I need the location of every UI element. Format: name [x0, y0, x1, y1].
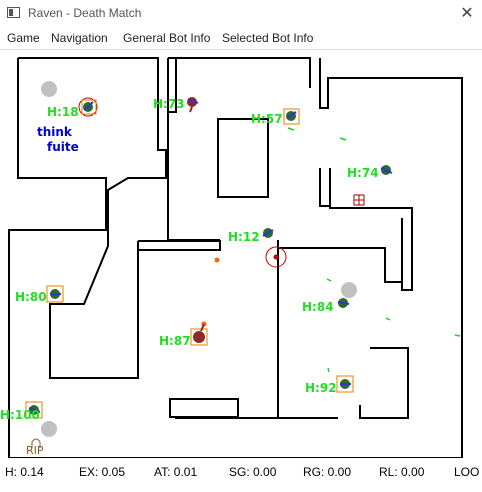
- menu-selected-bot-info[interactable]: Selected Bot Info: [222, 31, 313, 45]
- bot-thought-goal: think: [37, 125, 73, 139]
- projectile-trail: [385, 317, 391, 321]
- stat-rocket-launcher: RL: 0.00: [379, 465, 425, 479]
- bot[interactable]: [46, 285, 64, 303]
- bot-health-label: H:87: [159, 334, 191, 348]
- projectile-trail: [454, 334, 461, 337]
- bot[interactable]: [337, 298, 350, 308]
- projectile: [214, 257, 220, 263]
- menu-navigation[interactable]: Navigation: [51, 31, 108, 45]
- bot[interactable]: [283, 108, 300, 125]
- spawn-point: [41, 81, 57, 97]
- bot[interactable]: [262, 228, 274, 238]
- projectile-trail: [327, 367, 330, 373]
- spawn-point: [341, 282, 357, 298]
- menu-game[interactable]: Game: [7, 31, 40, 45]
- health-pack-icon: [353, 194, 365, 206]
- stat-explore: EX: 0.05: [79, 465, 126, 479]
- stat-shotgun: SG: 0.00: [229, 465, 277, 479]
- stat-railgun: RG: 0.00: [303, 465, 352, 479]
- stat-overflow: LOO: [454, 465, 480, 479]
- game-arena[interactable]: H:18 H:73 H:57 H:74 H:12 H:80 H:84 H:87 …: [0, 50, 482, 458]
- close-icon[interactable]: ✕: [452, 0, 482, 28]
- bot-health-label: H:100: [0, 408, 40, 422]
- bot[interactable]: [336, 375, 354, 393]
- bot-health-label: H:12: [228, 230, 260, 244]
- status-bar: H: 0.14 EX: 0.05 AT: 0.01 SG: 0.00 RG: 0…: [0, 458, 482, 488]
- bot[interactable]: [81, 99, 97, 115]
- bot-thought-state: fuite: [47, 140, 79, 154]
- menu-bar: Game Navigation General Bot Info Selecte…: [0, 29, 482, 49]
- spawn-point: [41, 421, 57, 437]
- bot-health-label: H:18: [47, 105, 79, 119]
- bot-health-label: H:57: [251, 112, 283, 126]
- bot-health-label: H:84: [302, 300, 334, 314]
- bot[interactable]: [190, 323, 208, 346]
- target-dot: [273, 254, 279, 260]
- app-icon: [7, 7, 20, 18]
- stat-attack: AT: 0.01: [154, 465, 198, 479]
- title-bar: Raven - Death Match ✕: [0, 0, 482, 28]
- grave-label: RIP: [26, 444, 44, 457]
- projectile-trail: [339, 137, 347, 141]
- bot-health-label: H:92: [305, 381, 337, 395]
- arena-canvas: H:18 H:73 H:57 H:74 H:12 H:80 H:84 H:87 …: [0, 57, 463, 458]
- projectile-trail: [326, 278, 332, 282]
- bot-health-label: H:74: [347, 166, 379, 180]
- projectile-trail: [287, 127, 295, 131]
- stat-health: H: 0.14: [5, 465, 44, 479]
- bot[interactable]: [380, 165, 393, 175]
- bot-health-label: H:80: [15, 290, 47, 304]
- bot[interactable]: [187, 97, 199, 113]
- bot-health-label: H:73: [153, 97, 185, 111]
- menu-general-bot-info[interactable]: General Bot Info: [123, 31, 210, 45]
- window-title: Raven - Death Match: [28, 6, 142, 20]
